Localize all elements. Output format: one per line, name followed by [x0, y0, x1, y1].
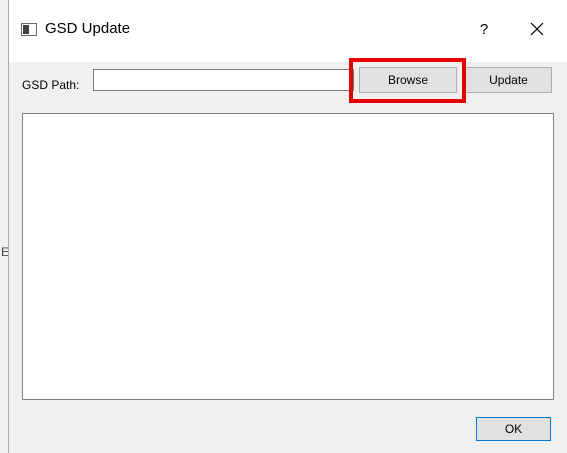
- title-bar: GSD Update ?: [9, 0, 567, 62]
- gsd-update-dialog: GSD Update ? GSD Path: Browse Update OK: [8, 0, 567, 453]
- log-output-area[interactable]: [22, 113, 554, 400]
- window-icon: [21, 23, 37, 36]
- help-button[interactable]: ?: [469, 15, 499, 45]
- close-button[interactable]: [522, 15, 552, 45]
- update-button[interactable]: Update: [465, 67, 552, 93]
- close-icon: [530, 22, 544, 36]
- ok-button[interactable]: OK: [476, 417, 551, 441]
- window-title: GSD Update: [45, 20, 131, 37]
- gsd-path-input[interactable]: [93, 69, 354, 91]
- gsd-path-label: GSD Path:: [22, 78, 80, 92]
- browse-button[interactable]: Browse: [359, 67, 457, 93]
